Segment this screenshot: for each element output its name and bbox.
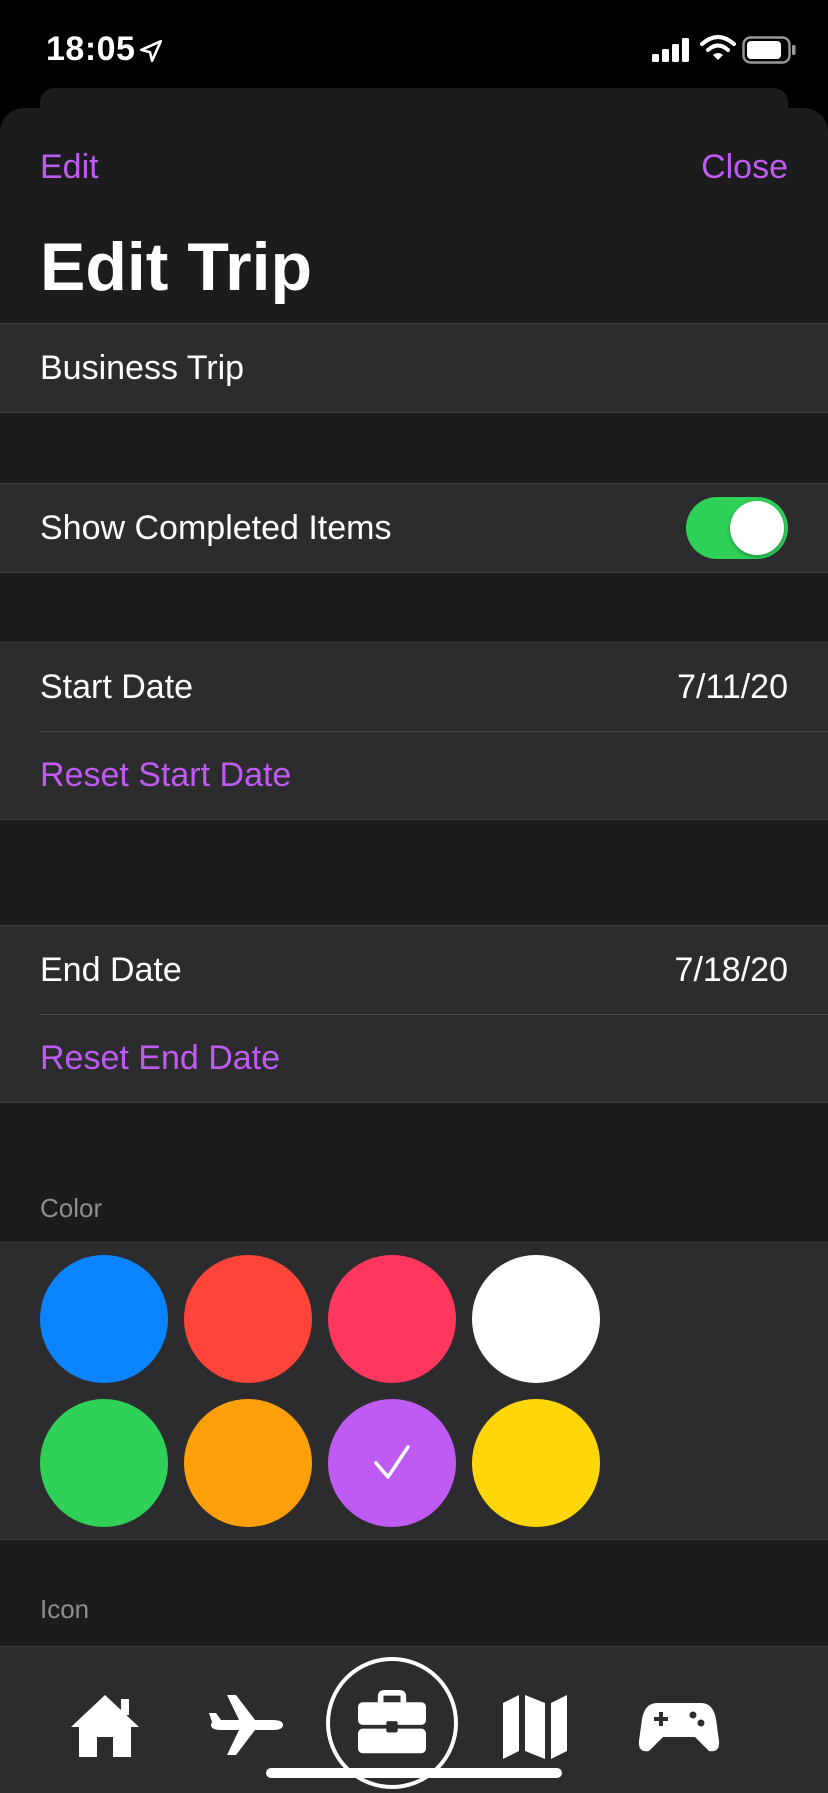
edit-trip-sheet: Edit Close Edit Trip Business Trip Show … bbox=[0, 108, 828, 1792]
reset-end-date-label: Reset End Date bbox=[40, 1038, 281, 1077]
page-title: Edit Trip bbox=[40, 229, 312, 305]
gamepad-icon bbox=[638, 1703, 720, 1752]
color-swatch-red[interactable] bbox=[184, 1255, 312, 1383]
color-swatch-purple[interactable] bbox=[328, 1399, 456, 1527]
color-section-label: Color bbox=[40, 1193, 103, 1223]
battery-icon bbox=[742, 36, 796, 64]
location-arrow-icon bbox=[139, 39, 163, 63]
close-button[interactable]: Close bbox=[701, 148, 788, 187]
cellular-signal-icon bbox=[652, 38, 689, 62]
wifi-icon bbox=[700, 35, 736, 60]
trip-name-value: Business Trip bbox=[40, 348, 245, 387]
toggle-knob bbox=[730, 501, 784, 555]
color-swatch-yellow[interactable] bbox=[472, 1399, 600, 1527]
reset-start-date-button[interactable]: Reset Start Date bbox=[0, 731, 828, 819]
trip-name-group: Business Trip bbox=[0, 323, 828, 413]
show-completed-row: Show Completed Items bbox=[0, 484, 828, 572]
color-picker bbox=[0, 1242, 828, 1540]
reset-start-date-label: Reset Start Date bbox=[40, 755, 292, 794]
tab-airplane[interactable] bbox=[202, 1687, 292, 1763]
start-date-row[interactable]: Start Date 7/11/20 bbox=[0, 643, 828, 731]
home-icon bbox=[71, 1695, 139, 1757]
color-swatch-pink[interactable] bbox=[328, 1255, 456, 1383]
color-swatch-white[interactable] bbox=[472, 1255, 600, 1383]
color-swatch-green[interactable] bbox=[40, 1399, 168, 1527]
icon-section-label: Icon bbox=[40, 1594, 90, 1624]
tab-map[interactable] bbox=[490, 1687, 580, 1763]
end-date-value: 7/18/20 bbox=[674, 950, 788, 989]
tab-home[interactable] bbox=[60, 1687, 150, 1763]
airplane-icon bbox=[209, 1695, 283, 1755]
reset-end-date-button[interactable]: Reset End Date bbox=[0, 1014, 828, 1102]
end-date-label: End Date bbox=[40, 950, 182, 989]
tab-gamepad[interactable] bbox=[634, 1687, 724, 1763]
trip-name-field[interactable]: Business Trip bbox=[0, 324, 828, 412]
start-date-group: Start Date 7/11/20 Reset Start Date bbox=[0, 642, 828, 820]
color-swatch-blue[interactable] bbox=[40, 1255, 168, 1383]
show-completed-label: Show Completed Items bbox=[40, 508, 392, 547]
edit-button[interactable]: Edit bbox=[40, 148, 99, 187]
end-date-row[interactable]: End Date 7/18/20 bbox=[0, 926, 828, 1014]
status-time: 18:05 bbox=[46, 30, 136, 68]
checkmark-icon bbox=[374, 1445, 410, 1479]
map-icon bbox=[503, 1695, 567, 1759]
briefcase-icon bbox=[358, 1689, 426, 1754]
status-bar: 18:05 bbox=[0, 0, 828, 100]
color-swatch-orange[interactable] bbox=[184, 1399, 312, 1527]
end-date-group: End Date 7/18/20 Reset End Date bbox=[0, 925, 828, 1103]
home-indicator bbox=[266, 1768, 562, 1778]
start-date-label: Start Date bbox=[40, 667, 194, 706]
show-completed-toggle[interactable] bbox=[686, 497, 788, 559]
start-date-value: 7/11/20 bbox=[677, 667, 788, 706]
show-completed-group: Show Completed Items bbox=[0, 483, 828, 573]
